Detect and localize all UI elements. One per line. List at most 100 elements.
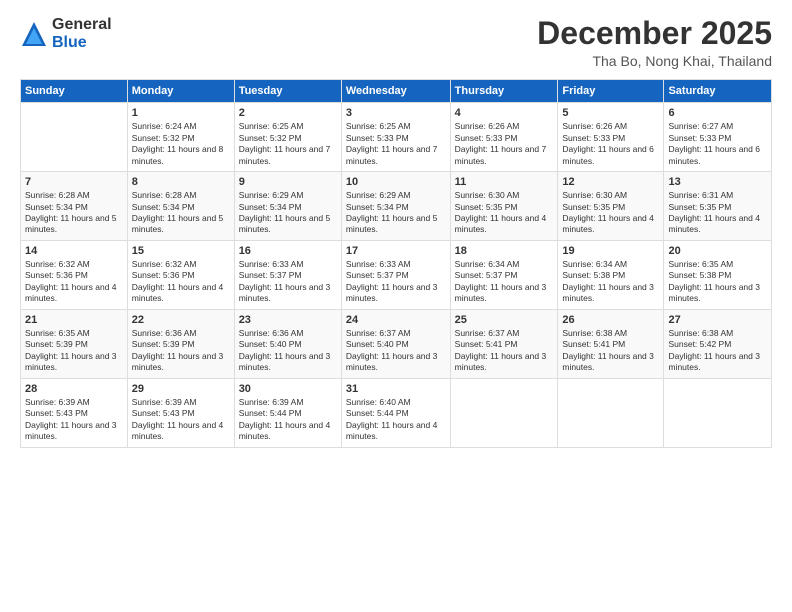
col-tuesday: Tuesday <box>234 80 341 103</box>
day-info: Sunrise: 6:30 AM Sunset: 5:35 PM Dayligh… <box>455 190 554 236</box>
table-row: 13 Sunrise: 6:31 AM Sunset: 5:35 PM Dayl… <box>664 172 772 241</box>
logo-line1: General <box>52 16 112 34</box>
col-monday: Monday <box>127 80 234 103</box>
table-row: 7 Sunrise: 6:28 AM Sunset: 5:34 PM Dayli… <box>21 172 128 241</box>
table-row: 24 Sunrise: 6:37 AM Sunset: 5:40 PM Dayl… <box>341 309 450 378</box>
table-row: 10 Sunrise: 6:29 AM Sunset: 5:34 PM Dayl… <box>341 172 450 241</box>
logo-line2: Blue <box>52 34 112 52</box>
location: Tha Bo, Nong Khai, Thailand <box>537 53 772 69</box>
day-info: Sunrise: 6:32 AM Sunset: 5:36 PM Dayligh… <box>25 259 123 305</box>
table-row: 6 Sunrise: 6:27 AM Sunset: 5:33 PM Dayli… <box>664 103 772 172</box>
day-info: Sunrise: 6:36 AM Sunset: 5:40 PM Dayligh… <box>239 328 337 374</box>
day-info: Sunrise: 6:37 AM Sunset: 5:41 PM Dayligh… <box>455 328 554 374</box>
col-wednesday: Wednesday <box>341 80 450 103</box>
col-friday: Friday <box>558 80 664 103</box>
day-info: Sunrise: 6:31 AM Sunset: 5:35 PM Dayligh… <box>668 190 767 236</box>
table-row: 5 Sunrise: 6:26 AM Sunset: 5:33 PM Dayli… <box>558 103 664 172</box>
day-number: 3 <box>346 107 446 119</box>
day-info: Sunrise: 6:34 AM Sunset: 5:37 PM Dayligh… <box>455 259 554 305</box>
day-info: Sunrise: 6:25 AM Sunset: 5:33 PM Dayligh… <box>346 121 446 167</box>
day-number: 21 <box>25 314 123 326</box>
day-number: 9 <box>239 176 337 188</box>
table-row: 27 Sunrise: 6:38 AM Sunset: 5:42 PM Dayl… <box>664 309 772 378</box>
table-row: 15 Sunrise: 6:32 AM Sunset: 5:36 PM Dayl… <box>127 240 234 309</box>
table-row <box>664 378 772 447</box>
col-thursday: Thursday <box>450 80 558 103</box>
table-row: 23 Sunrise: 6:36 AM Sunset: 5:40 PM Dayl… <box>234 309 341 378</box>
day-info: Sunrise: 6:35 AM Sunset: 5:39 PM Dayligh… <box>25 328 123 374</box>
day-number: 20 <box>668 245 767 257</box>
col-sunday: Sunday <box>21 80 128 103</box>
table-row: 4 Sunrise: 6:26 AM Sunset: 5:33 PM Dayli… <box>450 103 558 172</box>
table-row: 8 Sunrise: 6:28 AM Sunset: 5:34 PM Dayli… <box>127 172 234 241</box>
day-info: Sunrise: 6:30 AM Sunset: 5:35 PM Dayligh… <box>562 190 659 236</box>
table-row: 16 Sunrise: 6:33 AM Sunset: 5:37 PM Dayl… <box>234 240 341 309</box>
day-number: 22 <box>132 314 230 326</box>
table-row: 9 Sunrise: 6:29 AM Sunset: 5:34 PM Dayli… <box>234 172 341 241</box>
logo-icon <box>20 20 48 48</box>
day-number: 5 <box>562 107 659 119</box>
day-info: Sunrise: 6:27 AM Sunset: 5:33 PM Dayligh… <box>668 121 767 167</box>
day-number: 23 <box>239 314 337 326</box>
table-row: 26 Sunrise: 6:38 AM Sunset: 5:41 PM Dayl… <box>558 309 664 378</box>
day-number: 13 <box>668 176 767 188</box>
table-row: 19 Sunrise: 6:34 AM Sunset: 5:38 PM Dayl… <box>558 240 664 309</box>
day-number: 17 <box>346 245 446 257</box>
month-title: December 2025 <box>537 16 772 51</box>
table-row <box>558 378 664 447</box>
day-number: 4 <box>455 107 554 119</box>
table-row <box>21 103 128 172</box>
day-info: Sunrise: 6:39 AM Sunset: 5:44 PM Dayligh… <box>239 397 337 443</box>
day-number: 15 <box>132 245 230 257</box>
day-info: Sunrise: 6:39 AM Sunset: 5:43 PM Dayligh… <box>25 397 123 443</box>
day-number: 10 <box>346 176 446 188</box>
header: General Blue December 2025 Tha Bo, Nong … <box>20 16 772 69</box>
table-row: 28 Sunrise: 6:39 AM Sunset: 5:43 PM Dayl… <box>21 378 128 447</box>
day-info: Sunrise: 6:38 AM Sunset: 5:42 PM Dayligh… <box>668 328 767 374</box>
day-number: 12 <box>562 176 659 188</box>
table-row: 11 Sunrise: 6:30 AM Sunset: 5:35 PM Dayl… <box>450 172 558 241</box>
calendar-week-row: 1 Sunrise: 6:24 AM Sunset: 5:32 PM Dayli… <box>21 103 772 172</box>
table-row: 17 Sunrise: 6:33 AM Sunset: 5:37 PM Dayl… <box>341 240 450 309</box>
table-row: 21 Sunrise: 6:35 AM Sunset: 5:39 PM Dayl… <box>21 309 128 378</box>
day-number: 27 <box>668 314 767 326</box>
table-row: 29 Sunrise: 6:39 AM Sunset: 5:43 PM Dayl… <box>127 378 234 447</box>
table-row: 30 Sunrise: 6:39 AM Sunset: 5:44 PM Dayl… <box>234 378 341 447</box>
day-number: 24 <box>346 314 446 326</box>
day-info: Sunrise: 6:25 AM Sunset: 5:32 PM Dayligh… <box>239 121 337 167</box>
day-number: 2 <box>239 107 337 119</box>
title-section: December 2025 Tha Bo, Nong Khai, Thailan… <box>537 16 772 69</box>
calendar-week-row: 14 Sunrise: 6:32 AM Sunset: 5:36 PM Dayl… <box>21 240 772 309</box>
day-info: Sunrise: 6:39 AM Sunset: 5:43 PM Dayligh… <box>132 397 230 443</box>
day-info: Sunrise: 6:38 AM Sunset: 5:41 PM Dayligh… <box>562 328 659 374</box>
calendar-header-row: Sunday Monday Tuesday Wednesday Thursday… <box>21 80 772 103</box>
day-info: Sunrise: 6:33 AM Sunset: 5:37 PM Dayligh… <box>346 259 446 305</box>
day-number: 1 <box>132 107 230 119</box>
table-row: 20 Sunrise: 6:35 AM Sunset: 5:38 PM Dayl… <box>664 240 772 309</box>
table-row: 18 Sunrise: 6:34 AM Sunset: 5:37 PM Dayl… <box>450 240 558 309</box>
calendar-table: Sunday Monday Tuesday Wednesday Thursday… <box>20 79 772 447</box>
calendar-week-row: 28 Sunrise: 6:39 AM Sunset: 5:43 PM Dayl… <box>21 378 772 447</box>
day-info: Sunrise: 6:35 AM Sunset: 5:38 PM Dayligh… <box>668 259 767 305</box>
day-number: 6 <box>668 107 767 119</box>
day-number: 18 <box>455 245 554 257</box>
table-row: 1 Sunrise: 6:24 AM Sunset: 5:32 PM Dayli… <box>127 103 234 172</box>
day-number: 19 <box>562 245 659 257</box>
logo: General Blue <box>20 16 112 52</box>
day-number: 28 <box>25 383 123 395</box>
day-info: Sunrise: 6:28 AM Sunset: 5:34 PM Dayligh… <box>132 190 230 236</box>
table-row: 31 Sunrise: 6:40 AM Sunset: 5:44 PM Dayl… <box>341 378 450 447</box>
day-number: 25 <box>455 314 554 326</box>
table-row: 3 Sunrise: 6:25 AM Sunset: 5:33 PM Dayli… <box>341 103 450 172</box>
day-info: Sunrise: 6:34 AM Sunset: 5:38 PM Dayligh… <box>562 259 659 305</box>
table-row: 25 Sunrise: 6:37 AM Sunset: 5:41 PM Dayl… <box>450 309 558 378</box>
table-row: 14 Sunrise: 6:32 AM Sunset: 5:36 PM Dayl… <box>21 240 128 309</box>
table-row: 2 Sunrise: 6:25 AM Sunset: 5:32 PM Dayli… <box>234 103 341 172</box>
day-info: Sunrise: 6:29 AM Sunset: 5:34 PM Dayligh… <box>346 190 446 236</box>
day-info: Sunrise: 6:26 AM Sunset: 5:33 PM Dayligh… <box>455 121 554 167</box>
day-number: 31 <box>346 383 446 395</box>
day-number: 14 <box>25 245 123 257</box>
day-number: 16 <box>239 245 337 257</box>
day-number: 26 <box>562 314 659 326</box>
day-info: Sunrise: 6:40 AM Sunset: 5:44 PM Dayligh… <box>346 397 446 443</box>
